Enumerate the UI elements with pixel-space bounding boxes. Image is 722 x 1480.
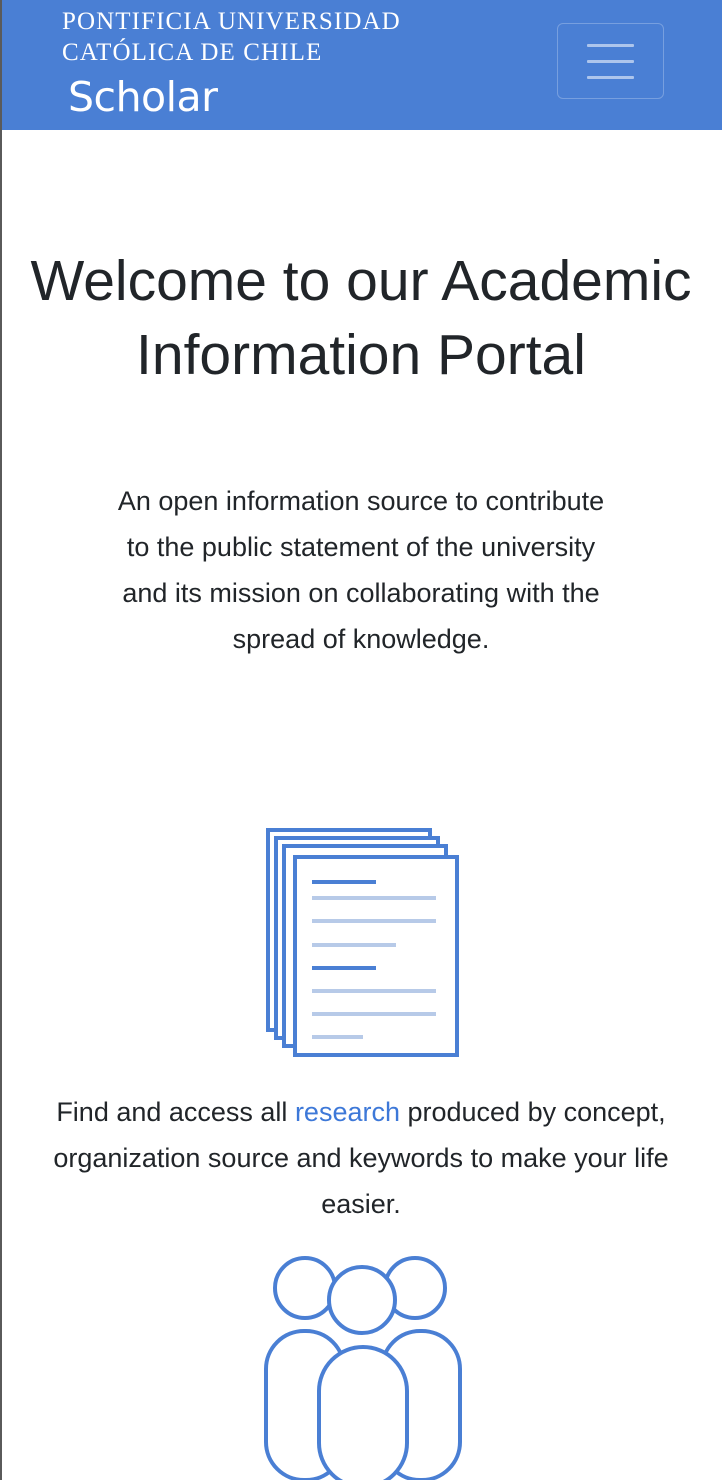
page-subtitle: An open information source to contribute…	[117, 486, 605, 654]
university-logo-text[interactable]: PONTIFICIA UNIVERSIDAD CATÓLICA DE CHILE	[62, 6, 401, 68]
page-title: Welcome to our Academic Information Port…	[30, 249, 692, 387]
brand-name[interactable]: Scholar	[68, 72, 218, 122]
brand-line-1: PONTIFICIA UNIVERSIDAD	[62, 8, 401, 35]
research-text-before: Find and access all	[56, 1097, 295, 1127]
navbar: PONTIFICIA UNIVERSIDAD CATÓLICA DE CHILE…	[2, 0, 722, 130]
documents-icon	[266, 828, 459, 1057]
page-left-border	[0, 0, 2, 1480]
research-link[interactable]: research	[295, 1097, 400, 1127]
people-group-icon	[264, 1256, 462, 1480]
brand-line-2: CATÓLICA DE CHILE	[62, 39, 323, 66]
menu-toggle-button[interactable]	[557, 23, 664, 99]
research-description: Find and access all research produced by…	[30, 1089, 692, 1227]
